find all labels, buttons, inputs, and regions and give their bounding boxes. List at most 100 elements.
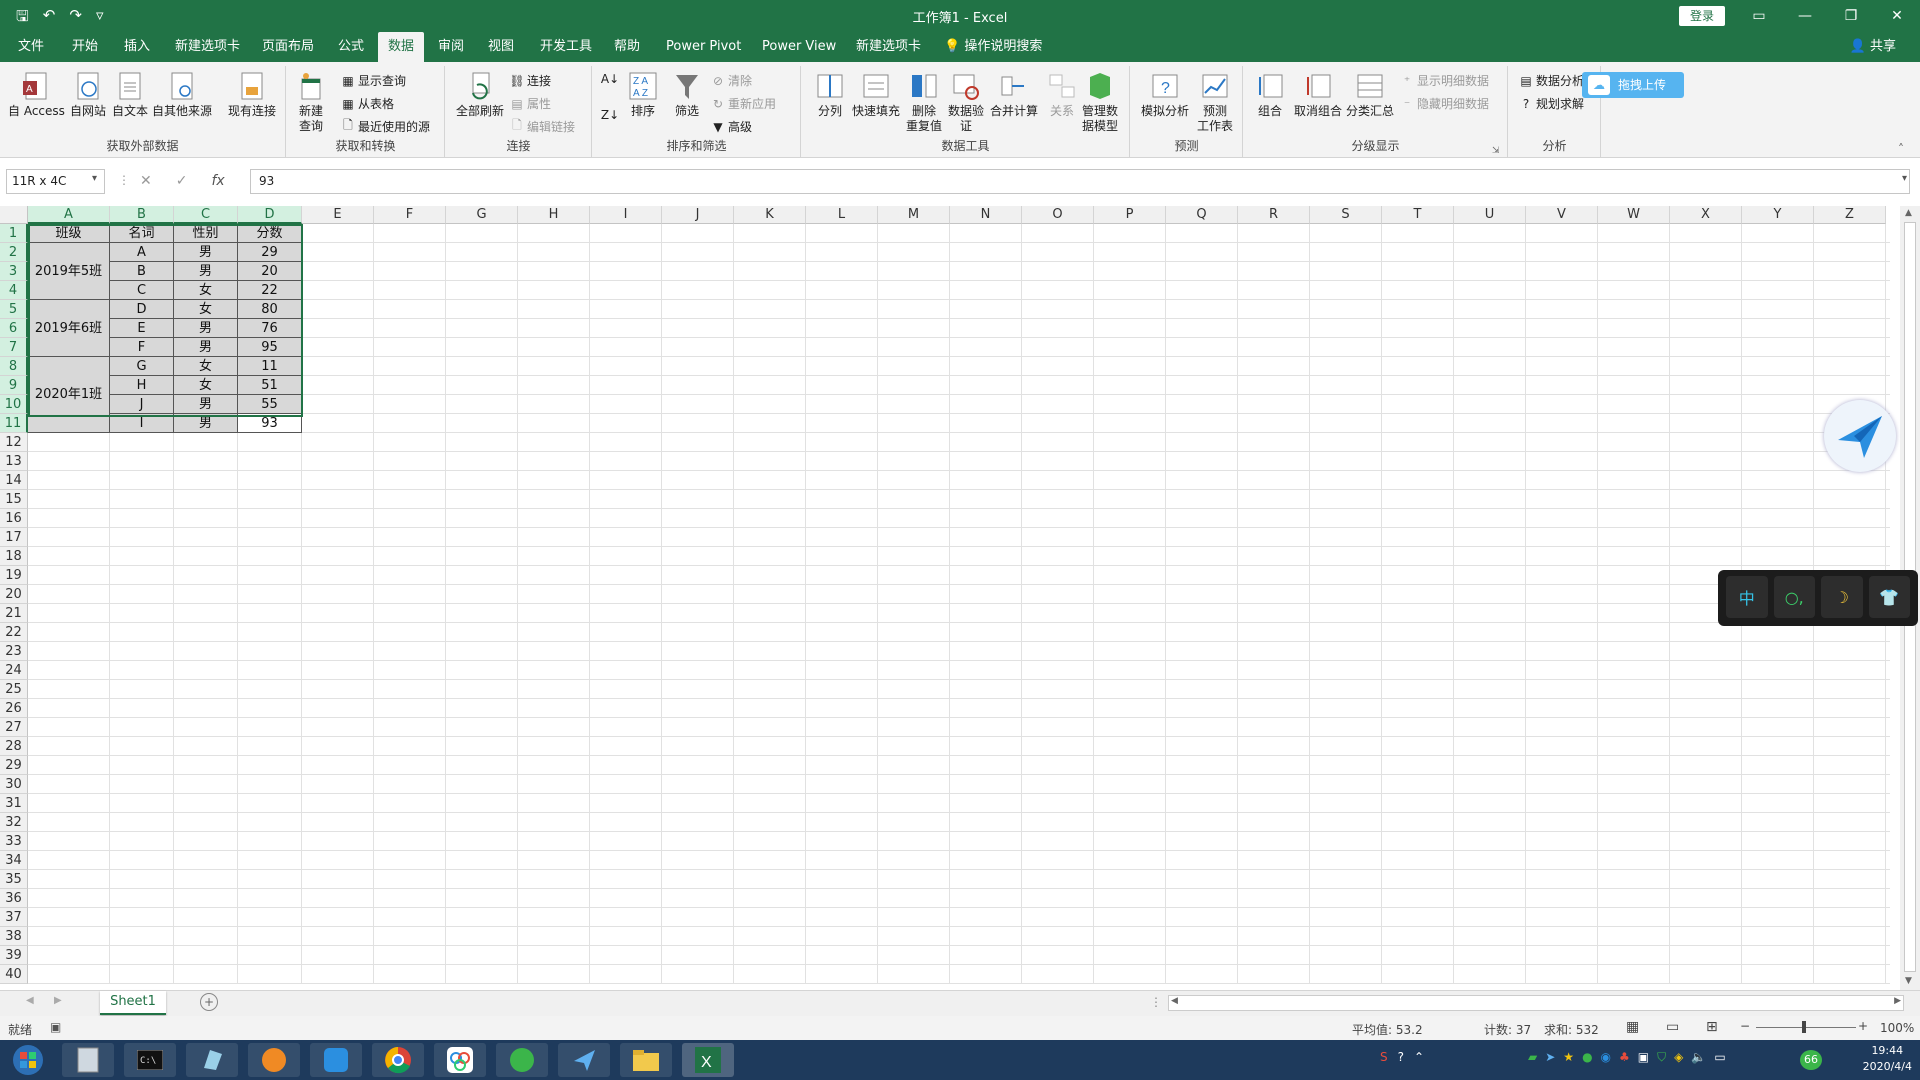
tab-review[interactable]: 审阅: [428, 32, 474, 62]
edit-links-button[interactable]: 🗋 编辑链接: [510, 118, 575, 135]
column-header[interactable]: N: [950, 206, 1022, 224]
text-to-columns-button[interactable]: 分列: [814, 70, 846, 119]
forecast-sheet-button[interactable]: 预测 工作表: [1197, 70, 1233, 134]
row-header[interactable]: 16: [0, 509, 28, 528]
table-header-cell[interactable]: 名词: [110, 224, 174, 243]
start-button[interactable]: [6, 1042, 50, 1078]
tab-data[interactable]: 数据: [378, 32, 425, 62]
row-header[interactable]: 23: [0, 642, 28, 661]
new-query-button[interactable]: 新建 查询: [295, 70, 327, 134]
column-header[interactable]: R: [1238, 206, 1310, 224]
worksheet-grid[interactable]: A B C D E F G H I J K L M N O P Q R S T U V W X Y Z 1 2 3 4 5 6 7 8 9 10 11 1…: [0, 206, 1920, 984]
drag-upload-widget[interactable]: ☁ 拖拽上传: [1582, 72, 1684, 98]
column-header[interactable]: J: [662, 206, 734, 224]
moon-icon[interactable]: ☽: [1821, 576, 1863, 618]
qq-pinyin-icon[interactable]: [310, 1043, 362, 1077]
table-cell[interactable]: C: [110, 281, 174, 300]
sogou-icon[interactable]: [248, 1043, 300, 1077]
skin-icon[interactable]: 👕: [1868, 576, 1910, 618]
table-cell[interactable]: 80: [238, 300, 302, 319]
flag-tray-icon[interactable]: ▰: [1528, 1050, 1537, 1065]
column-header[interactable]: L: [806, 206, 878, 224]
collapse-ribbon-icon[interactable]: ˄: [1898, 142, 1904, 156]
tab-developer[interactable]: 开发工具: [530, 32, 602, 62]
from-web-button[interactable]: 自网站: [70, 70, 106, 119]
row-header[interactable]: 27: [0, 718, 28, 737]
zoom-level[interactable]: 100%: [1880, 1021, 1914, 1035]
consolidate-button[interactable]: 合并计算: [990, 70, 1038, 119]
sort-button[interactable]: Z AA Z 排序: [627, 70, 659, 119]
tab-insert[interactable]: 插入: [114, 32, 160, 62]
page-break-view-icon[interactable]: ⊞: [1706, 1019, 1718, 1035]
scroll-down-icon[interactable]: ▼: [1905, 976, 1912, 986]
app-tray-icon[interactable]: ◈: [1674, 1050, 1683, 1065]
column-header[interactable]: I: [590, 206, 662, 224]
table-cell[interactable]: E: [110, 319, 174, 338]
flash-fill-button[interactable]: 快速填充: [852, 70, 900, 119]
sheet-tab-sheet1[interactable]: Sheet1: [100, 991, 166, 1015]
network-tray-icon[interactable]: ◉: [1601, 1050, 1611, 1065]
page-layout-view-icon[interactable]: ▭: [1666, 1019, 1679, 1035]
table-cell[interactable]: 男: [174, 338, 238, 357]
column-header[interactable]: P: [1094, 206, 1166, 224]
notification-badge[interactable]: 66: [1800, 1050, 1822, 1070]
row-header[interactable]: 15: [0, 490, 28, 509]
volume-icon[interactable]: 🔈: [1691, 1050, 1706, 1065]
refresh-all-button[interactable]: 全部刷新: [456, 70, 504, 119]
relationships-button[interactable]: 关系: [1046, 70, 1078, 119]
row-header[interactable]: 18: [0, 547, 28, 566]
notepad-icon[interactable]: [186, 1043, 238, 1077]
column-header[interactable]: K: [734, 206, 806, 224]
row-header[interactable]: 29: [0, 756, 28, 775]
table-cell[interactable]: B: [110, 262, 174, 281]
from-table-button[interactable]: ▦ 从表格: [341, 95, 394, 112]
prev-sheet-icon[interactable]: ◀: [26, 995, 34, 1006]
row-header[interactable]: 25: [0, 680, 28, 699]
row-header[interactable]: 5: [0, 300, 28, 319]
zoom-out-icon[interactable]: −: [1740, 1019, 1750, 1033]
table-cell[interactable]: 男: [174, 414, 238, 433]
filter-button[interactable]: 筛选: [671, 70, 703, 119]
bird-assistant-icon[interactable]: [1824, 400, 1896, 472]
share-button[interactable]: 👤 共享: [1850, 32, 1896, 62]
tab-formulas[interactable]: 公式: [328, 32, 374, 62]
recent-sources-button[interactable]: 🗋 最近使用的源: [341, 118, 430, 135]
star-tray-icon[interactable]: ★: [1563, 1050, 1574, 1065]
column-header[interactable]: X: [1670, 206, 1742, 224]
row-header[interactable]: 11: [0, 414, 28, 433]
subtotal-button[interactable]: 分类汇总: [1346, 70, 1394, 119]
table-cell[interactable]: 女: [174, 281, 238, 300]
cancel-icon[interactable]: ✕: [140, 173, 152, 189]
table-cell[interactable]: 22: [238, 281, 302, 300]
connections-button[interactable]: ⛓ 连接: [509, 72, 551, 89]
table-cell[interactable]: G: [110, 357, 174, 376]
tab-file[interactable]: 文件: [8, 32, 54, 62]
row-header[interactable]: 34: [0, 851, 28, 870]
column-header[interactable]: U: [1454, 206, 1526, 224]
column-header[interactable]: T: [1382, 206, 1454, 224]
scroll-left-icon[interactable]: ◀: [1171, 996, 1178, 1006]
display-tray-icon[interactable]: ▣: [1638, 1050, 1649, 1065]
security-tray-icon[interactable]: ♣: [1619, 1050, 1630, 1065]
table-cell[interactable]: I: [110, 414, 174, 433]
row-header[interactable]: 3: [0, 262, 28, 281]
what-if-analysis-button[interactable]: ? 模拟分析: [1141, 70, 1189, 119]
table-cell[interactable]: 29: [238, 243, 302, 262]
column-header[interactable]: V: [1526, 206, 1598, 224]
ribbon-display-options-icon[interactable]: ▭: [1736, 0, 1782, 32]
help-tray-icon[interactable]: ?: [1398, 1050, 1404, 1064]
zoom-slider[interactable]: [1756, 1027, 1856, 1028]
browser-360-icon[interactable]: [496, 1043, 548, 1077]
table-cell[interactable]: 95: [238, 338, 302, 357]
tab-power-pivot[interactable]: Power Pivot: [656, 32, 751, 62]
hide-detail-button[interactable]: ⁻ 隐藏明细数据: [1400, 95, 1489, 112]
show-detail-button[interactable]: ⁺ 显示明细数据: [1400, 72, 1489, 89]
restore-icon[interactable]: ❐: [1828, 0, 1874, 32]
column-header[interactable]: Y: [1742, 206, 1814, 224]
table-cell[interactable]: 男: [174, 262, 238, 281]
row-header[interactable]: 14: [0, 471, 28, 490]
from-other-sources-button[interactable]: 自其他来源: [152, 70, 212, 119]
table-cell[interactable]: 男: [174, 395, 238, 414]
enter-icon[interactable]: ✓: [176, 173, 188, 189]
terminal-icon[interactable]: C:\: [124, 1043, 176, 1077]
